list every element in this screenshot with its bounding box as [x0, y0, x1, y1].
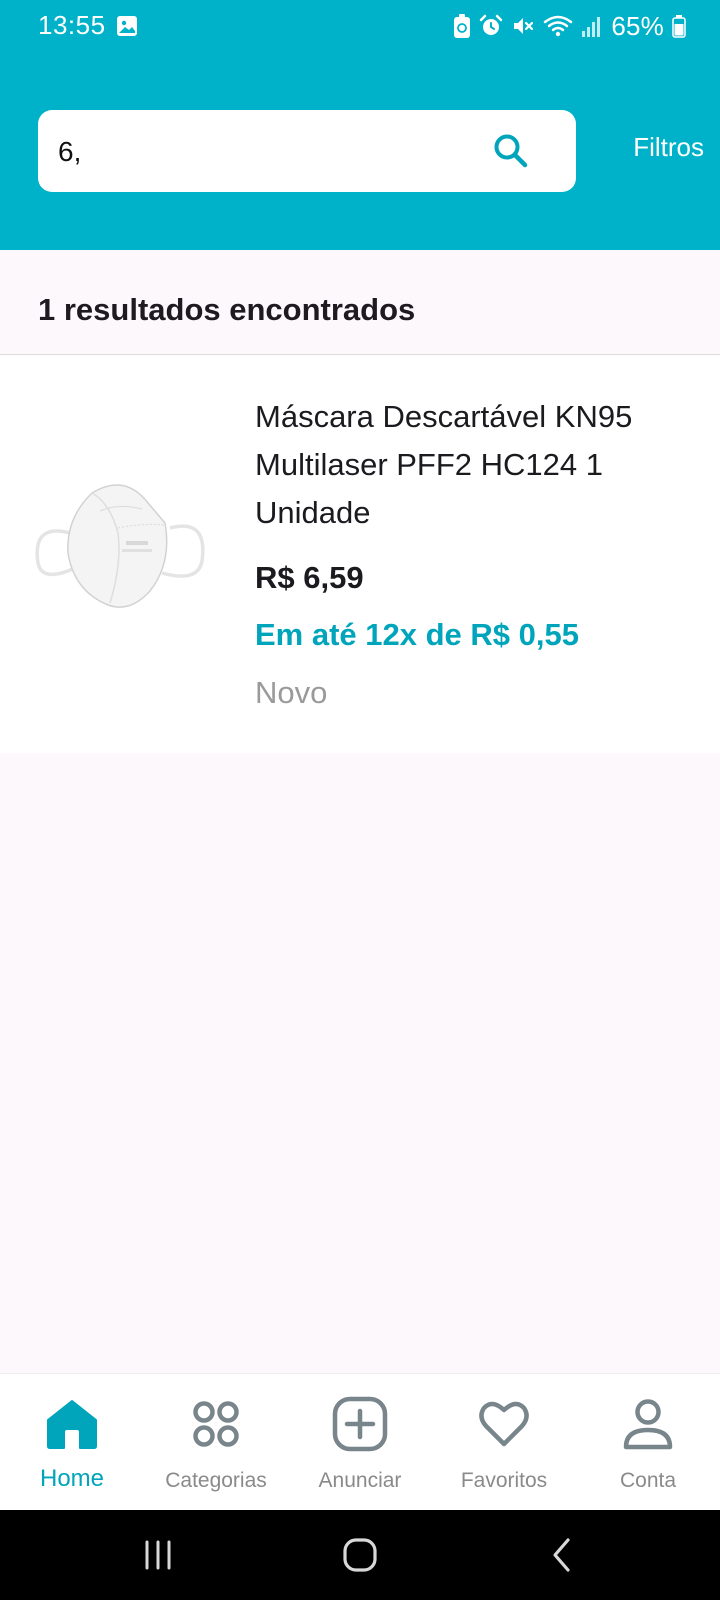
search-input[interactable] [56, 110, 480, 194]
person-icon [623, 1399, 673, 1450]
add-icon [332, 1396, 388, 1452]
product-card[interactable]: Máscara Descartável KN95 Multilaser PFF2… [0, 355, 720, 753]
alarm-icon [480, 14, 503, 35]
home-system-icon[interactable] [340, 1535, 380, 1575]
nav-item-home[interactable]: Home [0, 1374, 144, 1511]
battery-percent: 65% [611, 10, 664, 41]
nav-item-categories[interactable]: Categorias [144, 1374, 288, 1511]
search-icon[interactable] [488, 128, 534, 174]
battery-icon [672, 15, 686, 38]
nav-item-favorites[interactable]: Favoritos [432, 1374, 576, 1511]
bottom-navigation: Home Categorias Anunciar Favoritos Conta [0, 1373, 720, 1511]
results-count: 1 resultados encontrados [38, 292, 416, 327]
nav-label-home: Home [39, 1465, 105, 1492]
signal-icon [582, 17, 601, 37]
recent-apps-icon[interactable] [143, 1535, 173, 1575]
results-header: 1 resultados encontrados [0, 250, 720, 355]
filters-button[interactable]: Filtros [633, 132, 704, 163]
nav-label-favorites: Favoritos [460, 1469, 548, 1492]
system-navigation-bar [0, 1510, 720, 1600]
nav-label-announce: Anunciar [318, 1469, 402, 1492]
categories-icon [193, 1401, 239, 1447]
mute-icon [514, 18, 534, 34]
heart-icon [479, 1401, 529, 1447]
search-bar[interactable] [38, 110, 576, 194]
status-bar: 13:55 65% [0, 0, 720, 52]
app-header: 13:55 65% 6, Filtros [0, 0, 720, 250]
product-image[interactable] [30, 473, 210, 623]
gallery-notification-icon [117, 16, 137, 36]
battery-saver-icon [454, 14, 471, 38]
status-indicators: 65% [453, 10, 686, 42]
back-icon[interactable] [548, 1535, 578, 1575]
nav-label-categories: Categorias [165, 1469, 267, 1492]
nav-item-announce[interactable]: Anunciar [288, 1374, 432, 1511]
nav-item-account[interactable]: Conta [576, 1374, 720, 1511]
nav-label-account: Conta [619, 1469, 677, 1492]
wifi-icon [544, 15, 573, 37]
product-title[interactable]: Máscara Descartável KN95 Multilaser PFF2… [255, 393, 695, 537]
status-time: 13:55 [38, 10, 106, 40]
product-condition: Novo [255, 675, 328, 710]
product-installments: Em até 12x de R$ 0,55 [255, 617, 579, 652]
product-price: R$ 6,59 [255, 560, 364, 595]
home-icon [47, 1400, 97, 1449]
